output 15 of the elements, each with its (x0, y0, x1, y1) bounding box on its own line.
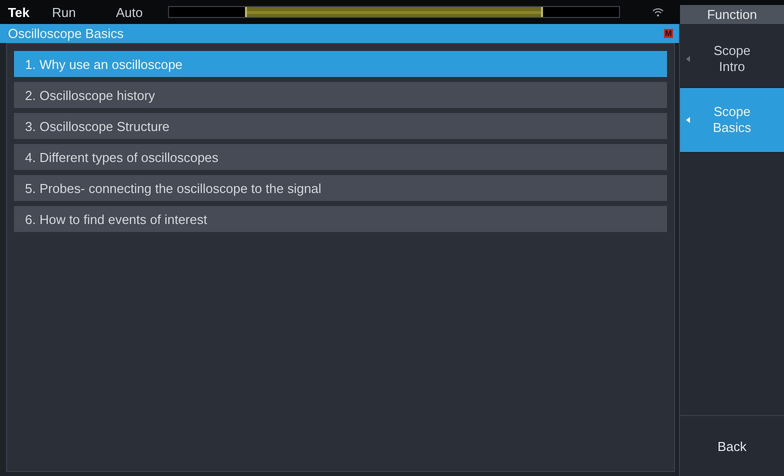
wifi-icon (652, 7, 664, 17)
topic-item[interactable]: 2. Oscilloscope history (14, 82, 667, 108)
topic-item[interactable]: 6. How to find events of interest (14, 206, 667, 232)
badge: M (664, 29, 673, 38)
topic-item[interactable]: 5. Probes- connecting the oscilloscope to the signal (14, 175, 667, 201)
brand-logo: Tek (8, 4, 30, 20)
topic-item[interactable]: 3. Oscilloscope Structure (14, 113, 667, 139)
caret-icon (686, 117, 690, 123)
trigger-mode: Auto (116, 4, 144, 20)
side-menu-title: Function (680, 5, 784, 24)
caret-icon (686, 56, 690, 62)
page-title: Oscilloscope Basics (8, 26, 124, 41)
run-status: Run (52, 4, 77, 20)
back-button[interactable]: Back (680, 415, 784, 476)
topic-item[interactable]: 4. Different types of oscilloscopes (14, 144, 667, 170)
